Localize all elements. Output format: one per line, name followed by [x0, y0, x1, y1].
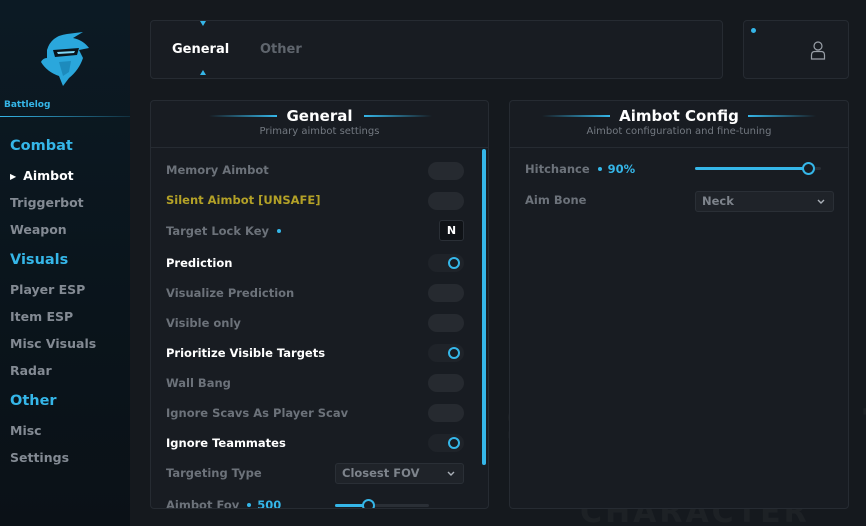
- prioritize-visible-toggle[interactable]: [428, 344, 464, 362]
- slider-knob[interactable]: [802, 162, 816, 175]
- visible-only-toggle[interactable]: [428, 314, 464, 332]
- aimbot-fov-text: Aimbot Fov: [166, 498, 240, 509]
- knight-logo-icon: [41, 32, 89, 86]
- info-dot: [247, 503, 252, 507]
- memory-aimbot-label: Memory Aimbot: [166, 163, 269, 177]
- chevron-down-icon: [817, 199, 825, 204]
- nav-section-combat: Combat: [10, 138, 73, 154]
- brand-name: Battlelog: [4, 100, 51, 110]
- hitchance-slider[interactable]: [695, 162, 821, 175]
- play-arrow-icon: ▶: [10, 172, 17, 181]
- aim-bone-select[interactable]: Neck: [695, 191, 834, 212]
- info-dot: [597, 167, 602, 171]
- targeting-type-label: Targeting Type: [166, 466, 262, 480]
- aimbot-fov-value: 500: [257, 498, 282, 509]
- active-tab-indicator-top: [200, 21, 206, 26]
- silent-aimbot-label: Silent Aimbot [UNSAFE]: [166, 193, 321, 207]
- chevron-down-icon: [447, 471, 455, 476]
- sidebar-item-settings[interactable]: Settings: [10, 450, 69, 465]
- panel-divider: [151, 147, 488, 148]
- tab-other[interactable]: Other: [260, 42, 302, 57]
- hitchance-label: Hitchance 90%: [525, 162, 635, 176]
- slider-knob[interactable]: [361, 499, 375, 508]
- active-tab-indicator-bottom: [200, 70, 206, 75]
- aim-bone-label: Aim Bone: [525, 193, 587, 207]
- wall-bang-toggle[interactable]: [428, 374, 464, 392]
- prediction-label: Prediction: [166, 256, 233, 270]
- silent-aimbot-toggle[interactable]: [428, 192, 464, 210]
- sidebar-item-aimbot[interactable]: ▶ Aimbot: [10, 168, 74, 183]
- tab-general[interactable]: General: [172, 42, 229, 57]
- panel-title: General: [286, 107, 353, 125]
- target-lock-keybind[interactable]: N: [439, 220, 464, 241]
- ignore-scavs-toggle[interactable]: [428, 404, 464, 422]
- sidebar-item-item-esp[interactable]: Item ESP: [10, 309, 73, 324]
- aimbot-fov-slider[interactable]: [335, 499, 429, 508]
- target-lock-key-label: Target Lock Key: [166, 224, 282, 238]
- status-dot: [751, 28, 756, 33]
- aim-bone-value: Neck: [702, 194, 734, 208]
- visualize-prediction-label: Visualize Prediction: [166, 286, 295, 300]
- panel-subtitle: Primary aimbot settings: [259, 126, 380, 137]
- visualize-prediction-toggle[interactable]: [428, 284, 464, 302]
- user-icon[interactable]: [810, 40, 826, 60]
- sidebar-item-weapon[interactable]: Weapon: [10, 222, 67, 237]
- aimbot-fov-label: Aimbot Fov 500: [166, 498, 282, 509]
- slider-fill: [695, 167, 809, 170]
- sidebar-item-label: Aimbot: [23, 168, 74, 183]
- prioritize-visible-label: Prioritize Visible Targets: [166, 346, 326, 360]
- wall-bang-label: Wall Bang: [166, 376, 231, 390]
- sidebar-item-radar[interactable]: Radar: [10, 363, 52, 378]
- tab-bar: General Other: [150, 20, 723, 79]
- user-profile-box[interactable]: [743, 20, 849, 79]
- sidebar-item-triggerbot[interactable]: Triggerbot: [10, 195, 84, 210]
- ignore-teammates-label: Ignore Teammates: [166, 436, 286, 450]
- sidebar-item-player-esp[interactable]: Player ESP: [10, 282, 85, 297]
- panel-divider: [510, 147, 848, 148]
- targeting-type-value: Closest FOV: [342, 466, 420, 480]
- ignore-teammates-toggle[interactable]: [428, 434, 464, 452]
- visible-only-label: Visible only: [166, 316, 241, 330]
- sidebar-item-misc-visuals[interactable]: Misc Visuals: [10, 336, 96, 351]
- sidebar: Battlelog Combat ▶ Aimbot Triggerbot Weap…: [0, 0, 130, 526]
- panel-subtitle: Aimbot configuration and fine-tuning: [586, 126, 772, 137]
- aimbot-config-panel: Aimbot Config Aimbot configuration and f…: [509, 100, 849, 509]
- memory-aimbot-toggle[interactable]: [428, 162, 464, 180]
- nav-section-visuals: Visuals: [10, 252, 69, 268]
- prediction-toggle[interactable]: [428, 254, 464, 272]
- general-panel: General Primary aimbot settings Memory A…: [150, 100, 489, 509]
- brand-divider: [0, 116, 130, 117]
- nav-section-other: Other: [10, 393, 57, 409]
- ignore-scavs-label: Ignore Scavs As Player Scav: [166, 406, 349, 420]
- hitchance-value: 90%: [607, 162, 636, 176]
- hitchance-text: Hitchance: [525, 162, 590, 176]
- sidebar-item-misc[interactable]: Misc: [10, 423, 42, 438]
- targeting-type-select[interactable]: Closest FOV: [335, 463, 464, 484]
- info-dot: [277, 229, 282, 233]
- panel-title: Aimbot Config: [619, 107, 739, 125]
- scrollbar[interactable]: [482, 149, 486, 465]
- target-lock-key-text: Target Lock Key: [166, 224, 270, 238]
